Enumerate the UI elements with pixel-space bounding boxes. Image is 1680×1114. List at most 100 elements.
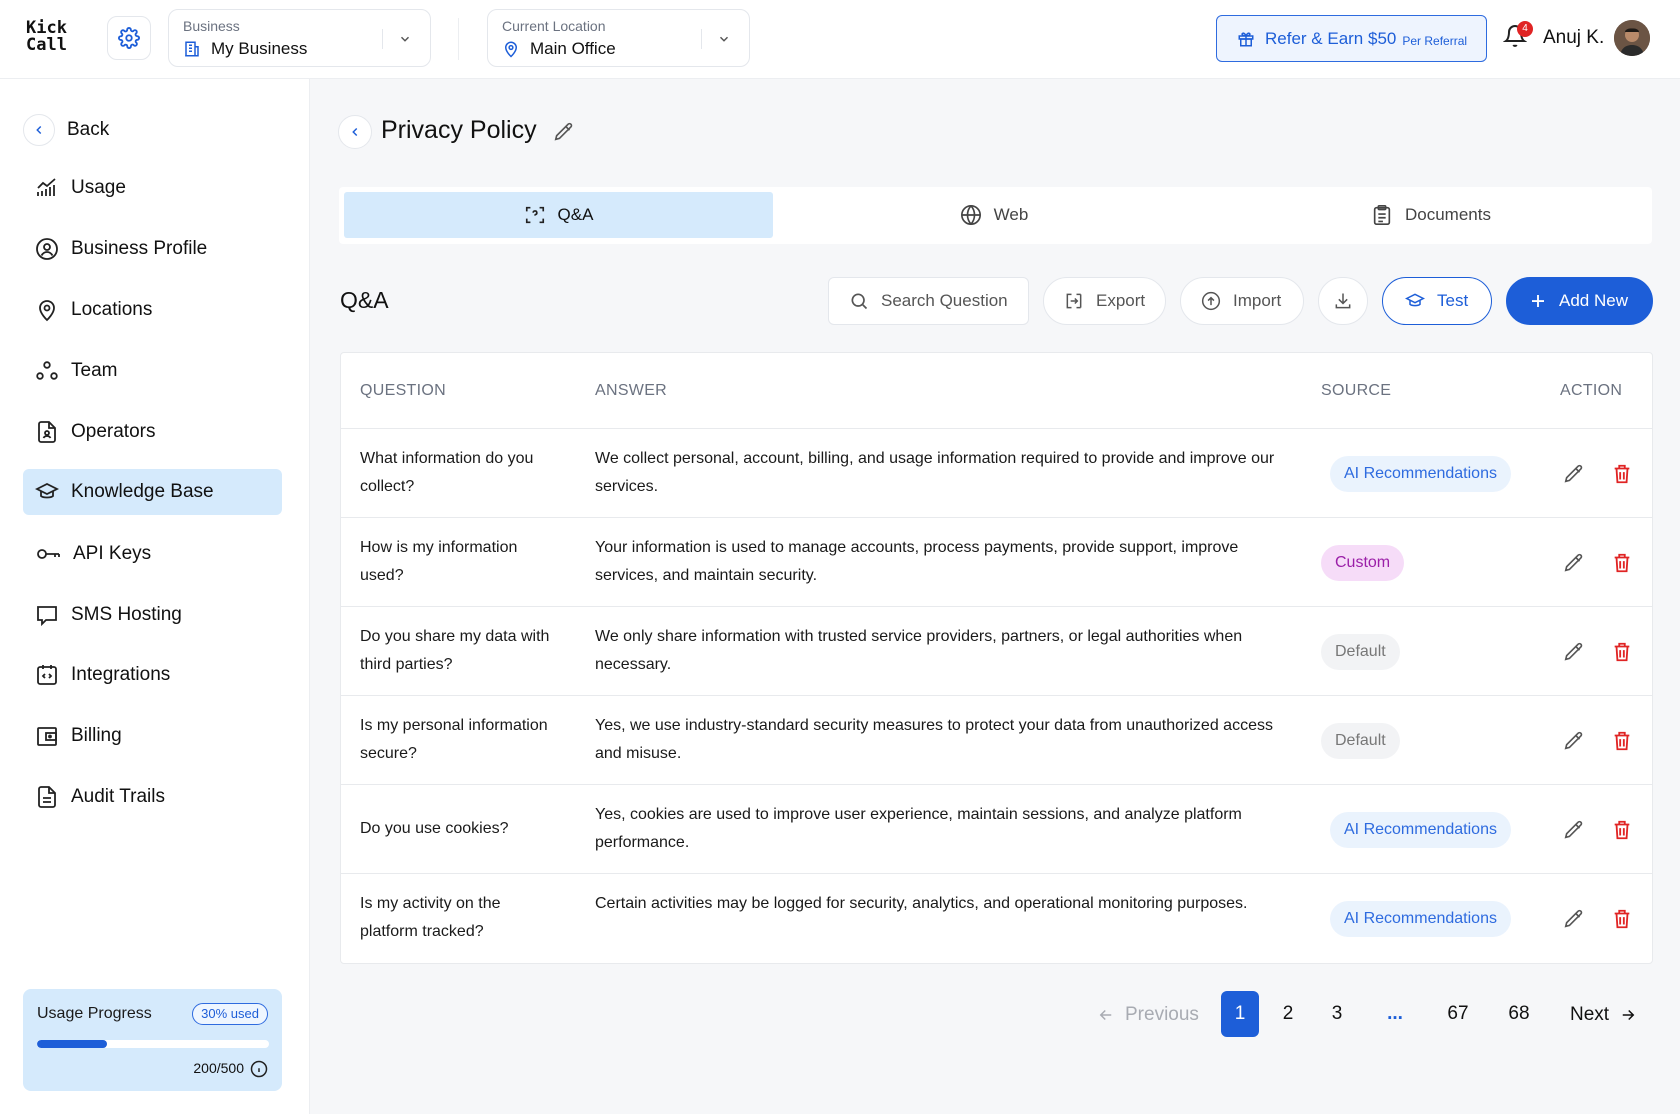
section-title: Q&A bbox=[340, 287, 389, 313]
sidebar-item-business-profile[interactable]: Business Profile bbox=[23, 226, 282, 272]
chevron-left-icon bbox=[352, 127, 358, 137]
user-name[interactable]: Anuj K. bbox=[1543, 27, 1604, 49]
app-logo[interactable]: Kick Call bbox=[26, 20, 67, 54]
edit-icon[interactable] bbox=[1563, 552, 1585, 574]
row-answer: We collect personal, account, billing, a… bbox=[595, 450, 1275, 495]
chevron-down-icon bbox=[400, 36, 410, 42]
usage-progress-bar bbox=[37, 1040, 269, 1048]
page-number[interactable]: 67 bbox=[1439, 991, 1477, 1037]
user-circle-icon bbox=[36, 238, 58, 260]
sidebar-item-team[interactable]: Team bbox=[23, 348, 282, 394]
edit-icon[interactable] bbox=[1563, 463, 1585, 485]
sidebar-item-label: Billing bbox=[71, 725, 122, 746]
trash-icon[interactable] bbox=[1611, 908, 1633, 930]
globe-icon bbox=[960, 205, 981, 225]
graduation-cap-icon bbox=[1405, 293, 1425, 307]
sidebar-item-label: Audit Trails bbox=[71, 786, 165, 807]
add-new-label: Add New bbox=[1559, 291, 1628, 310]
row-question: What information do you collect? bbox=[360, 450, 534, 495]
source-badge: AI Recommendations bbox=[1330, 456, 1511, 492]
sidebar-item-operators[interactable]: Operators bbox=[23, 409, 282, 455]
table-row: How is my information used? Your informa… bbox=[341, 518, 1652, 607]
gift-icon bbox=[1238, 31, 1254, 46]
edit-icon[interactable] bbox=[1563, 730, 1585, 752]
business-value: My Business bbox=[211, 39, 308, 58]
page-ellipsis[interactable]: ... bbox=[1376, 991, 1414, 1037]
message-icon bbox=[37, 606, 57, 627]
trash-icon[interactable] bbox=[1611, 552, 1633, 574]
edit-icon[interactable] bbox=[1563, 641, 1585, 663]
row-question: Is my activity on the platform tracked? bbox=[360, 895, 501, 940]
sidebar-item-usage[interactable]: Usage bbox=[23, 165, 282, 211]
trash-icon[interactable] bbox=[1611, 819, 1633, 841]
location-selector[interactable]: Current Location Main Office bbox=[487, 9, 750, 67]
page-number[interactable]: 1 bbox=[1221, 991, 1259, 1037]
edit-icon[interactable] bbox=[1563, 819, 1585, 841]
sidebar-item-locations[interactable]: Locations bbox=[23, 287, 282, 333]
pagination-next[interactable]: Next bbox=[1570, 1004, 1637, 1026]
tab-documents[interactable]: Documents bbox=[1215, 192, 1647, 238]
table-row: What information do you collect? We coll… bbox=[341, 429, 1652, 518]
page-number[interactable]: 3 bbox=[1318, 991, 1356, 1037]
sidebar-item-label: SMS Hosting bbox=[71, 604, 182, 625]
tab-label: Web bbox=[993, 205, 1029, 224]
page-back-button[interactable] bbox=[338, 115, 372, 149]
back-label: Back bbox=[67, 119, 110, 140]
row-answer: Yes, we use industry-standard security m… bbox=[595, 717, 1273, 762]
sidebar-item-label: Knowledge Base bbox=[71, 481, 214, 502]
sidebar-item-api-keys[interactable]: API Keys bbox=[23, 531, 282, 577]
settings-button[interactable] bbox=[107, 16, 151, 60]
download-button[interactable] bbox=[1318, 277, 1368, 325]
table-row: Is my personal information secure? Yes, … bbox=[341, 696, 1652, 785]
trash-icon[interactable] bbox=[1611, 463, 1633, 485]
sidebar-item-audit-trails[interactable]: Audit Trails bbox=[23, 774, 282, 820]
refer-label: Refer & Earn $50 bbox=[1265, 28, 1397, 48]
sidebar-item-label: Integrations bbox=[71, 664, 171, 685]
tab-label: Q&A bbox=[557, 205, 594, 224]
search-question-input[interactable]: Search Question bbox=[828, 277, 1029, 325]
sidebar-back-button[interactable]: Back bbox=[23, 114, 109, 146]
trash-icon[interactable] bbox=[1611, 641, 1633, 663]
sidebar-item-sms-hosting[interactable]: SMS Hosting bbox=[23, 592, 282, 638]
search-icon bbox=[851, 293, 868, 310]
building-icon bbox=[185, 41, 199, 57]
business-selector[interactable]: Business My Business bbox=[168, 9, 431, 67]
refer-earn-button[interactable]: Refer & Earn $50 Per Referral bbox=[1216, 15, 1487, 62]
import-label: Import bbox=[1233, 291, 1282, 310]
pagination-previous[interactable]: Previous bbox=[1097, 1004, 1199, 1026]
trash-icon[interactable] bbox=[1611, 730, 1633, 752]
sidebar-item-integrations[interactable]: Integrations bbox=[23, 652, 282, 698]
pencil-icon[interactable] bbox=[553, 121, 575, 143]
add-new-button[interactable]: Add New bbox=[1506, 277, 1653, 325]
avatar[interactable] bbox=[1614, 20, 1650, 56]
tab-qa[interactable]: Q&A bbox=[344, 192, 773, 238]
edit-icon[interactable] bbox=[1563, 908, 1585, 930]
tab-label: Documents bbox=[1405, 205, 1491, 224]
chart-icon bbox=[37, 178, 56, 196]
sidebar-item-label: Business Profile bbox=[71, 238, 208, 259]
page-title: Privacy Policy bbox=[381, 116, 537, 144]
page-number[interactable]: 2 bbox=[1269, 991, 1307, 1037]
sidebar-item-label: Usage bbox=[71, 177, 126, 198]
sidebar-item-knowledge-base[interactable]: Knowledge Base bbox=[23, 469, 282, 515]
import-button[interactable]: Import bbox=[1180, 277, 1304, 325]
row-answer: Yes, cookies are used to improve user ex… bbox=[595, 806, 1242, 851]
column-header-answer: ANSWER bbox=[595, 382, 668, 399]
location-pin-icon bbox=[504, 41, 518, 58]
chevron-left-icon bbox=[36, 125, 42, 135]
clipboard-icon bbox=[1373, 205, 1391, 225]
export-label: Export bbox=[1096, 291, 1146, 310]
row-answer: Your information is used to manage accou… bbox=[595, 539, 1239, 584]
upload-cloud-icon bbox=[1201, 291, 1221, 311]
export-button[interactable]: Export bbox=[1043, 277, 1166, 325]
source-badge: AI Recommendations bbox=[1330, 812, 1511, 848]
sidebar-item-billing[interactable]: Billing bbox=[23, 713, 282, 759]
page-number[interactable]: 68 bbox=[1500, 991, 1538, 1037]
test-button[interactable]: Test bbox=[1382, 277, 1492, 325]
download-icon bbox=[1335, 293, 1351, 309]
column-header-question: QUESTION bbox=[360, 382, 446, 399]
row-question: Is my personal information secure? bbox=[360, 717, 548, 762]
table-row: Do you use cookies? Yes, cookies are use… bbox=[341, 785, 1652, 874]
info-icon[interactable] bbox=[250, 1060, 268, 1078]
tab-web[interactable]: Web bbox=[776, 192, 1212, 238]
